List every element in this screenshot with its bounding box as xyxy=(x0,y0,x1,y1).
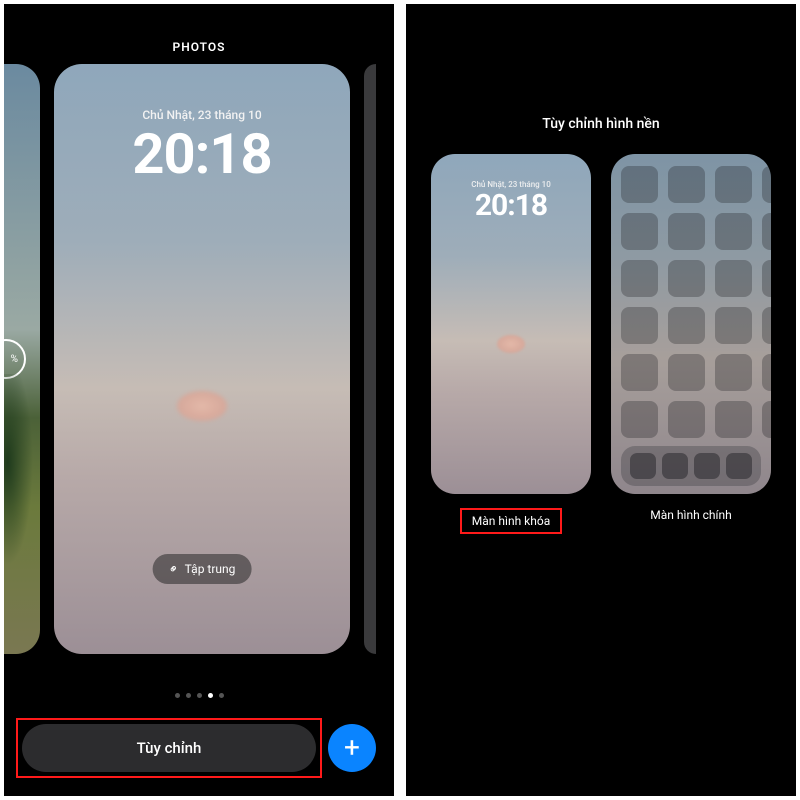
link-icon: ⚭ xyxy=(165,560,182,577)
lockscreen-preview[interactable]: Chủ Nhật, 23 tháng 10 20:18 xyxy=(431,154,591,494)
app-icon xyxy=(715,213,752,250)
wallpaper-card-current[interactable]: Chủ Nhật, 23 tháng 10 20:18 ⚭ Tập trung xyxy=(54,64,350,654)
wallpaper-card-next[interactable] xyxy=(364,64,376,654)
app-icon xyxy=(621,307,658,344)
app-icon xyxy=(762,213,771,250)
app-icon xyxy=(668,354,705,391)
lockscreen-option[interactable]: Chủ Nhật, 23 tháng 10 20:18 Màn hình khó… xyxy=(431,154,591,534)
app-icon xyxy=(668,260,705,297)
app-icon xyxy=(762,401,771,438)
app-icon xyxy=(715,166,752,203)
app-grid xyxy=(621,166,761,438)
header-category: PHOTOS xyxy=(4,4,394,64)
homescreen-option[interactable]: Màn hình chính xyxy=(611,154,771,534)
phone-left: PHOTOS % Chủ Nhật, 23 tháng 10 20:18 ⚭ T… xyxy=(4,4,394,796)
app-icon xyxy=(621,166,658,203)
percent-badge: % xyxy=(4,339,26,379)
app-icon xyxy=(715,307,752,344)
app-icon xyxy=(715,401,752,438)
dock xyxy=(621,446,761,486)
lock-time-mini: 20:18 xyxy=(431,191,591,221)
app-icon xyxy=(668,401,705,438)
app-icon xyxy=(621,260,658,297)
homescreen-caption: Màn hình chính xyxy=(650,508,732,522)
customize-title: Tùy chỉnh hình nền xyxy=(406,4,796,154)
dock-app-icon xyxy=(662,453,688,479)
homescreen-preview[interactable] xyxy=(611,154,771,494)
app-icon xyxy=(762,260,771,297)
annotation-highlight-customize xyxy=(16,718,322,778)
app-icon xyxy=(621,401,658,438)
wallpaper-card-prev[interactable]: % xyxy=(4,64,40,654)
lock-date-mini: Chủ Nhật, 23 tháng 10 xyxy=(431,154,591,189)
dock-app-icon xyxy=(694,453,720,479)
lockscreen-caption: Màn hình khóa xyxy=(460,508,562,534)
app-icon xyxy=(668,166,705,203)
app-icon xyxy=(668,213,705,250)
dock-app-icon xyxy=(630,453,656,479)
app-icon xyxy=(762,354,771,391)
lock-date: Chủ Nhật, 23 tháng 10 xyxy=(54,64,350,122)
app-icon xyxy=(668,307,705,344)
dock-app-icon xyxy=(726,453,752,479)
focus-label: Tập trung xyxy=(185,562,236,576)
focus-pill[interactable]: ⚭ Tập trung xyxy=(153,554,252,584)
lock-time: 20:18 xyxy=(54,126,350,182)
wallpaper-pair: Chủ Nhật, 23 tháng 10 20:18 Màn hình khó… xyxy=(406,154,796,534)
wallpaper-carousel[interactable]: % Chủ Nhật, 23 tháng 10 20:18 ⚭ Tập trun… xyxy=(4,64,394,654)
app-icon xyxy=(762,166,771,203)
app-icon xyxy=(621,354,658,391)
wallpaper-cloud xyxy=(177,391,227,421)
wallpaper-cloud xyxy=(497,335,525,353)
app-icon xyxy=(621,213,658,250)
app-icon xyxy=(715,354,752,391)
add-wallpaper-button[interactable]: + xyxy=(328,724,376,772)
page-indicator xyxy=(4,683,394,702)
app-icon xyxy=(762,307,771,344)
app-icon xyxy=(715,260,752,297)
phone-right: Tùy chỉnh hình nền Chủ Nhật, 23 tháng 10… xyxy=(406,4,796,796)
annotation-highlight-lockscreen: Màn hình khóa xyxy=(460,508,562,534)
